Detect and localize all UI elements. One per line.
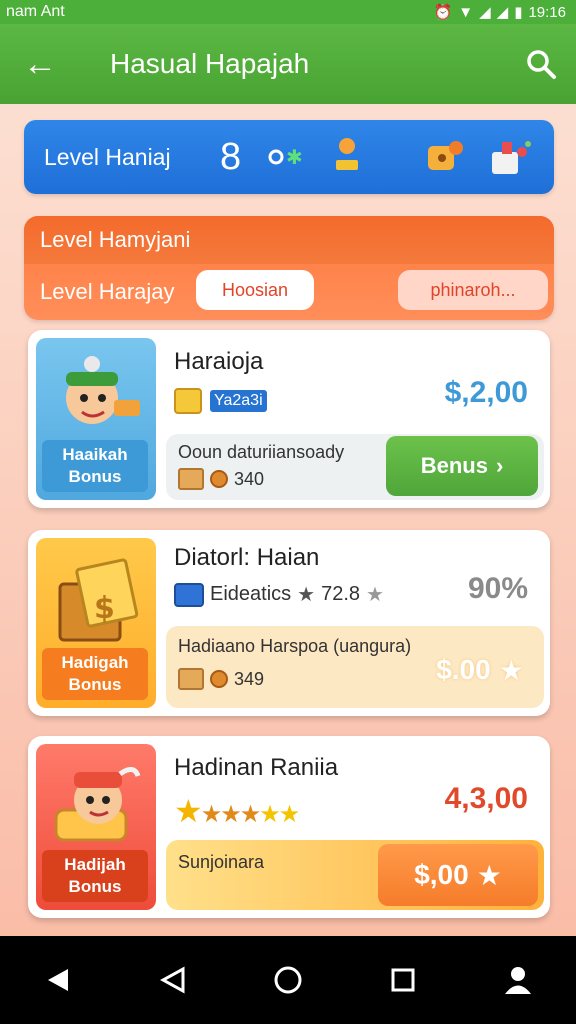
- card-offer-panel: Sunjoinara $,00 ★: [166, 840, 544, 910]
- profile-icon[interactable]: [488, 965, 548, 995]
- back-triangle-filled-icon[interactable]: [28, 967, 88, 993]
- star-icon: ★: [278, 801, 300, 828]
- bonus-button-label: Benus: [420, 453, 488, 478]
- offer-meta-value: 349: [234, 668, 265, 689]
- level-panel: Level Hamyjani Level Harajay Hoosian phi…: [24, 216, 554, 320]
- badge-line-1: Hadijah: [64, 855, 126, 874]
- star-icon: ★: [174, 793, 203, 829]
- status-bar: nam Ant ⏰ ▼ ◢ ◢ ▮ 19:16: [0, 0, 576, 24]
- badge-line-1: Haaikah: [62, 445, 128, 464]
- card-thumbnail: Hadijah Bonus: [36, 744, 156, 910]
- star-icon: ★: [220, 801, 241, 828]
- badge-line-2: Bonus: [68, 675, 122, 694]
- alarm-icon: ⏰: [433, 4, 453, 21]
- coin-icon: [210, 470, 228, 488]
- level-bar[interactable]: Level Haniaj 8 ✱: [24, 120, 554, 194]
- card-title: Diatorl: Haian: [174, 544, 320, 571]
- bonus-card-2[interactable]: $ Hadigah Bonus Diatorl: Haian Eideatics…: [28, 530, 550, 716]
- card-detail: Eideatics: [210, 583, 292, 605]
- page-title: Hasual Hapajah: [110, 48, 310, 79]
- bonus-button[interactable]: Benus ›: [386, 436, 538, 496]
- card-offer-panel: Hadiaano Harspoa (uangura) 349 $.00 ★: [166, 626, 544, 708]
- bonus-card-1[interactable]: Haaikah Bonus Haraioja Ya2a3i $,2,00 Oou…: [28, 330, 550, 508]
- offer-text: Sunjoinara: [178, 852, 265, 872]
- home-icon[interactable]: [258, 965, 318, 995]
- gem-icon: ✱: [268, 145, 314, 173]
- star-icon: ★: [259, 801, 280, 828]
- offer-meta: 349: [178, 668, 264, 690]
- wifi-icon: ▼: [458, 3, 474, 21]
- app-bar: ← Hasual Hapajah: [0, 24, 576, 104]
- signal-icon-2: ◢: [496, 4, 509, 21]
- card-detail-row: Eideatics ★ 72.8 ★: [174, 582, 384, 607]
- signal-icon: ◢: [479, 4, 491, 21]
- card-title: Hadinan Raniia: [174, 754, 339, 781]
- coin-icon: [210, 670, 228, 688]
- pill-button-left[interactable]: Hoosian: [196, 270, 314, 310]
- character-icon: [54, 767, 141, 842]
- offer-text: Ooun daturiiansoady: [178, 442, 345, 462]
- card-tag: Ya2a3i: [210, 390, 267, 412]
- level-number: 8: [220, 135, 242, 178]
- pill-left-label: Hoosian: [221, 279, 289, 300]
- star-icon: ★: [297, 584, 316, 606]
- status-icons: ⏰ ▼ ◢ ◢ ▮ 19:16: [433, 3, 566, 22]
- card-thumbnail: $ Hadigah Bonus: [36, 538, 156, 708]
- badge-line-1: Hadigah: [61, 653, 129, 672]
- bonus-card-3[interactable]: Hadijah Bonus Hadinan Raniia ★★★★★★ 4,3,…: [28, 736, 550, 918]
- clock-time: 19:16: [528, 3, 566, 21]
- card-thumbnail: Haaikah Bonus: [36, 338, 156, 500]
- card-offer-panel: Ooun daturiiansoady 340 Benus ›: [166, 434, 544, 500]
- offer-meta-value: 340: [234, 468, 265, 489]
- bonus-button-label: $,00: [414, 859, 469, 890]
- offer-meta: 340: [178, 468, 264, 490]
- blue-block-icon: [174, 582, 204, 607]
- chevron-right-icon: ›: [495, 453, 504, 478]
- money-crate-icon: $: [58, 558, 139, 642]
- back-arrow-icon[interactable]: ←: [0, 47, 80, 81]
- card-price: 90%: [467, 572, 528, 605]
- level-panel-title: Level Hamyjani: [24, 216, 554, 264]
- gift-box-icon[interactable]: [488, 134, 534, 185]
- card-rating: 72.8: [321, 583, 361, 605]
- svg-text:$: $: [94, 591, 115, 626]
- search-icon[interactable]: [506, 48, 576, 80]
- coin-stack-icon: [332, 134, 362, 181]
- bonus-button[interactable]: $.00 ★: [422, 648, 538, 692]
- gold-block-icon: [174, 388, 202, 414]
- bonus-button-label: $.00: [436, 654, 491, 685]
- level-label: Level Haniaj: [44, 143, 171, 170]
- battery-icon: ▮: [514, 4, 523, 21]
- card-price: $,2,00: [444, 376, 528, 409]
- back-icon[interactable]: [143, 966, 203, 994]
- bonus-button[interactable]: $,00 ★: [378, 844, 538, 906]
- card-tag-row: Ya2a3i: [174, 388, 267, 414]
- star-icon: ★: [476, 859, 502, 891]
- svg-text:✱: ✱: [286, 146, 303, 168]
- puzzle-icon[interactable]: [424, 136, 466, 183]
- badge-line-2: Bonus: [68, 877, 122, 896]
- carrier-text: nam Ant: [6, 3, 65, 20]
- card-title: Haraioja: [174, 348, 264, 375]
- star-rating: ★★★★★★: [174, 792, 300, 830]
- star-icon: ★: [200, 801, 222, 828]
- card-price: 4,3,00: [444, 782, 528, 815]
- crate-icon: [178, 668, 204, 690]
- pill-button-right[interactable]: phinaroh...: [398, 270, 548, 310]
- bonus-badge: Hadijah Bonus: [42, 850, 148, 902]
- badge-line-2: Bonus: [68, 467, 122, 486]
- bonus-badge: Hadigah Bonus: [42, 648, 148, 700]
- star-icon: ★: [239, 801, 261, 828]
- pill-right-label: phinaroh...: [430, 279, 516, 300]
- star-outline-icon: ★: [366, 584, 384, 606]
- system-nav-bar: [0, 936, 576, 1024]
- offer-text: Hadiaano Harspoa (uangura): [178, 636, 412, 656]
- star-icon: ★: [498, 654, 524, 686]
- character-icon: [66, 356, 140, 424]
- crate-icon: [178, 468, 204, 490]
- bonus-badge: Haaikah Bonus: [42, 440, 148, 492]
- recents-icon[interactable]: [373, 967, 433, 993]
- level-panel-row-label: Level Harajay: [40, 279, 175, 304]
